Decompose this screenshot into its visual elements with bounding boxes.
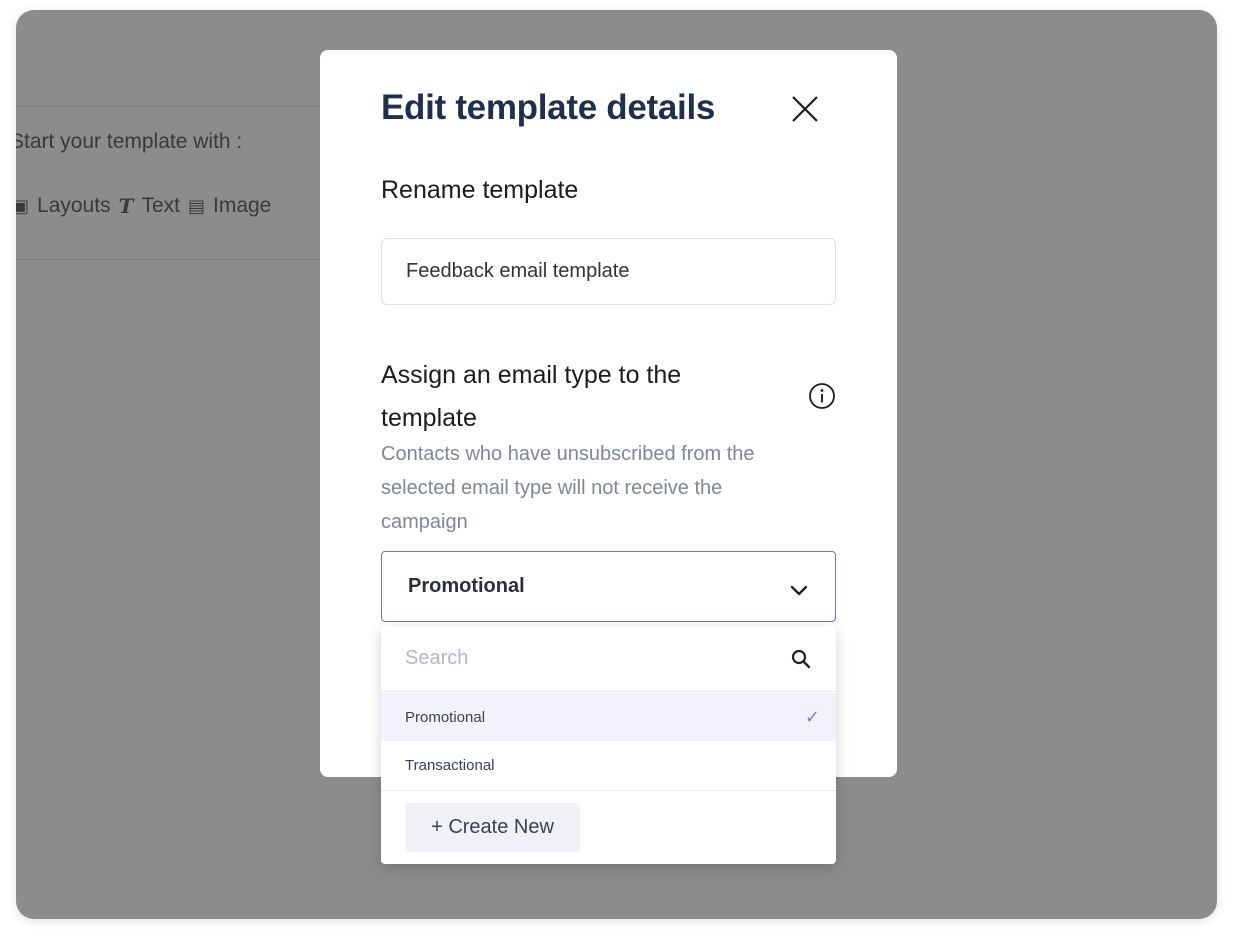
dropdown-search <box>381 626 836 692</box>
close-icon <box>792 96 818 122</box>
search-icon[interactable] <box>790 648 812 670</box>
search-input[interactable] <box>405 647 790 670</box>
check-icon: ✓ <box>804 706 820 727</box>
dropdown-footer: + Create New <box>381 790 836 864</box>
option-label: Promotional <box>405 708 486 726</box>
tool-image[interactable]: Image <box>213 194 271 218</box>
option-label: Transactional <box>405 756 495 774</box>
modal-title: Edit template details <box>381 88 716 127</box>
rename-template-label: Rename template <box>381 176 579 204</box>
chevron-down-icon <box>790 585 808 595</box>
assign-email-type-label: Assign an email type to the template <box>381 361 682 432</box>
tool-layouts[interactable]: Layouts <box>37 194 111 218</box>
tool-text[interactable]: Text <box>141 194 180 218</box>
layouts-icon: ▣ <box>16 195 30 216</box>
selected-email-type: Promotional <box>408 575 525 597</box>
option-transactional[interactable]: Transactional <box>381 741 836 789</box>
start-template-label: Start your template with : <box>16 130 243 153</box>
start-tools-row: ▣ Layouts T Text ▤ Image <box>16 194 271 218</box>
option-promotional[interactable]: Promotional ✓ <box>381 693 836 741</box>
image-icon: ▤ <box>187 195 205 216</box>
info-icon[interactable] <box>808 382 836 410</box>
email-type-dropdown: Promotional ✓ Transactional + Create New <box>381 626 836 864</box>
email-type-select[interactable]: Promotional <box>381 551 836 622</box>
email-type-helper-text: Contacts who have unsubscribed from the … <box>381 443 755 533</box>
create-new-button[interactable]: + Create New <box>405 803 580 852</box>
template-name-input[interactable] <box>381 238 836 305</box>
close-button[interactable] <box>790 94 820 124</box>
text-icon: T <box>118 194 134 218</box>
